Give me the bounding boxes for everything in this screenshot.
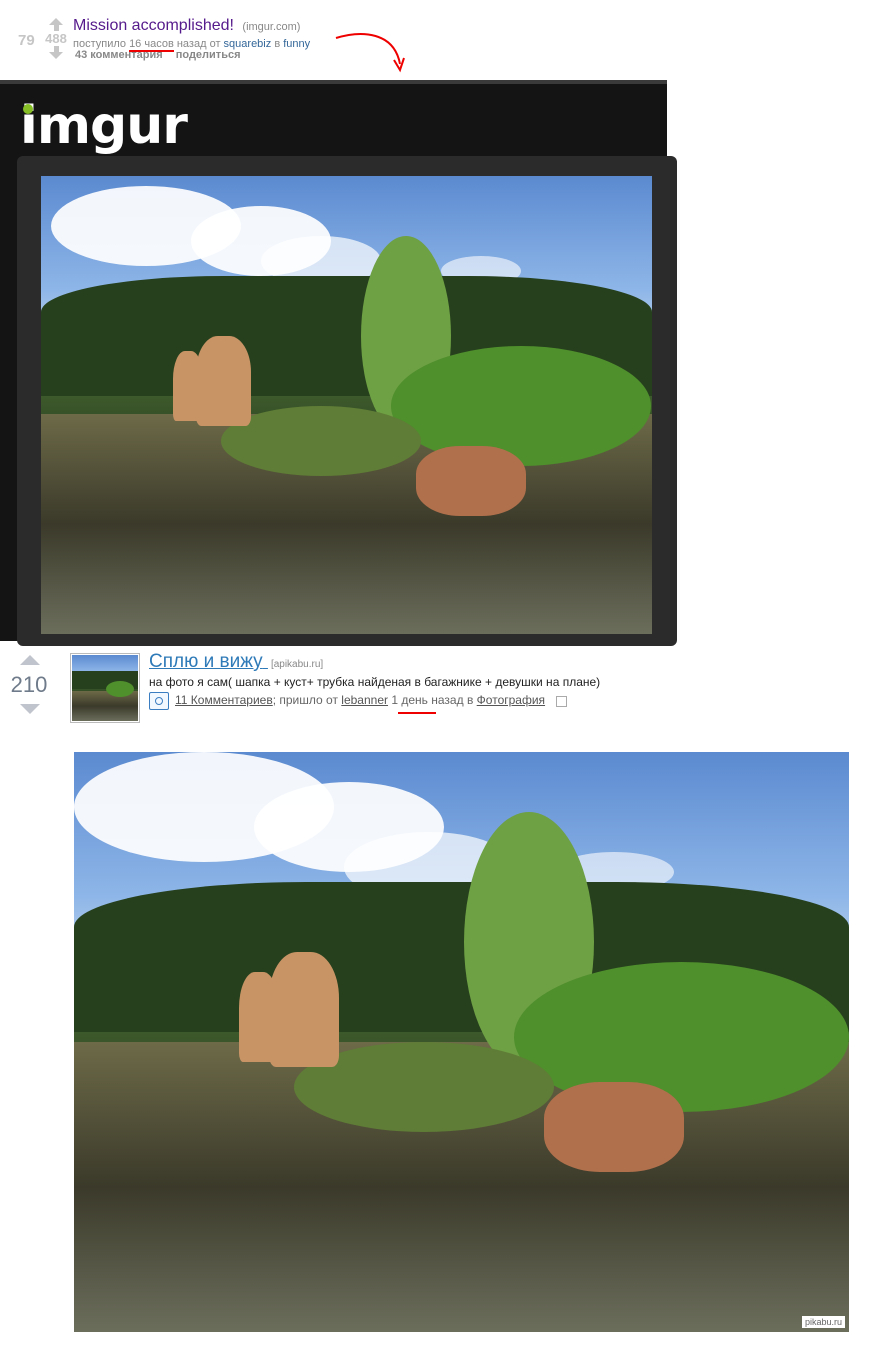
imgur-photo[interactable] — [41, 176, 652, 634]
reddit-vote-widget: 488 — [43, 18, 69, 59]
pikabu-photo[interactable]: pikabu.ru — [74, 752, 849, 1332]
camera-icon — [149, 692, 169, 710]
pikabu-upvote-icon[interactable] — [20, 655, 40, 665]
pikabu-downvote-icon[interactable] — [20, 704, 40, 714]
reddit-score: 488 — [45, 31, 67, 46]
share-link[interactable]: поделиться — [176, 49, 241, 61]
post-title-text[interactable]: Mission accomplished! — [73, 17, 234, 34]
pikabu-meta: 11 Комментариев; пришло от lebanner 1 де… — [149, 692, 568, 710]
pikabu-category-link[interactable]: Фотография — [477, 693, 545, 707]
upvote-arrow-icon[interactable] — [43, 18, 69, 31]
reddit-side-score: 79 — [18, 32, 35, 49]
red-arrow-annotation — [335, 33, 405, 73]
post-domain[interactable]: (imgur.com) — [242, 21, 300, 33]
imgur-logo[interactable]: imgur — [20, 96, 188, 156]
pikabu-from-label: ; пришло от — [272, 693, 338, 708]
pikabu-post-title[interactable]: Сплю и вижу [apikabu.ru] — [149, 651, 323, 673]
pikabu-time: 1 день — [391, 693, 428, 708]
tagline-in: в — [274, 38, 281, 50]
reddit-post-title[interactable]: Mission accomplished! (imgur.com) — [73, 17, 300, 35]
pikabu-title-text[interactable]: Сплю и вижу — [149, 651, 263, 672]
reddit-buttons: 43 комментария поделиться — [75, 49, 251, 61]
subreddit-link[interactable]: funny — [283, 38, 310, 50]
pikabu-author-link[interactable]: lebanner — [341, 693, 388, 707]
pikabu-watermark: pikabu.ru — [801, 1316, 845, 1328]
comments-link[interactable]: 43 комментария — [75, 49, 163, 61]
imgur-logo-dot — [23, 104, 33, 114]
pikabu-score: 210 — [10, 672, 48, 697]
pikabu-thumbnail[interactable] — [70, 653, 140, 723]
save-icon[interactable] — [556, 695, 568, 707]
pikabu-comments-link[interactable]: 11 Комментариев — [175, 693, 273, 707]
imgur-logo-text: imgur — [20, 96, 188, 156]
pikabu-time-suffix: назад в — [431, 693, 474, 708]
pikabu-description: на фото я сам( шапка + куст+ трубка найд… — [149, 675, 601, 689]
downvote-arrow-icon[interactable] — [43, 46, 69, 59]
pikabu-domain: [apikabu.ru] — [270, 659, 324, 670]
red-underline-annotation — [398, 712, 436, 714]
